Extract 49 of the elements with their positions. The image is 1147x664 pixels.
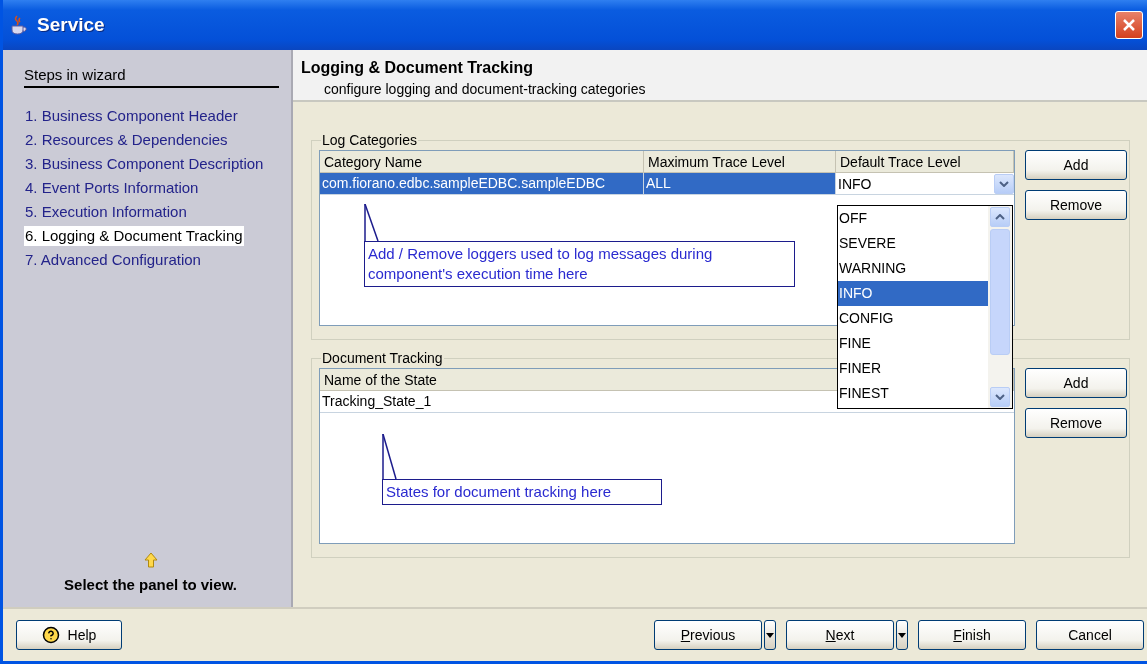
close-button[interactable] bbox=[1115, 11, 1143, 39]
wizard-button[interactable]: Previous bbox=[654, 620, 762, 650]
scroll-down-button[interactable] bbox=[990, 387, 1010, 407]
table-row[interactable]: com.fiorano.edbc.sampleEDBC.sampleEDBC ALL INFO bbox=[320, 173, 1014, 195]
page-subtitle: configure logging and document-tracking categories bbox=[324, 81, 647, 97]
arrow-up-icon bbox=[143, 552, 158, 568]
group-title: Log Categories bbox=[321, 132, 418, 148]
dropdown-option[interactable]: INFO bbox=[838, 281, 988, 306]
action-button[interactable]: Add bbox=[1025, 368, 1127, 398]
wizard-step[interactable]: 6. Logging & Document Tracking bbox=[24, 226, 244, 246]
wizard-step[interactable]: 2. Resources & Dependencies bbox=[24, 130, 229, 150]
wizard-step[interactable]: 1. Business Component Header bbox=[24, 106, 239, 126]
trace-level-dropdown[interactable]: INFO bbox=[836, 173, 1014, 194]
column-header[interactable]: Maximum Trace Level bbox=[644, 151, 836, 172]
chevron-down-icon bbox=[995, 394, 1005, 400]
wizard-button[interactable]: Next bbox=[786, 620, 894, 650]
wizard-step[interactable]: 5. Execution Information bbox=[24, 202, 188, 222]
action-button[interactable]: Add bbox=[1025, 150, 1127, 180]
caret-icon bbox=[898, 632, 906, 638]
wizard-button[interactable]: Finish bbox=[918, 620, 1026, 650]
cup-icon bbox=[9, 14, 29, 36]
split-button[interactable] bbox=[896, 620, 908, 650]
hint-text: Select the panel to view. bbox=[64, 576, 237, 593]
split-button[interactable] bbox=[764, 620, 776, 650]
group-title: Document Tracking bbox=[321, 350, 444, 366]
help-icon bbox=[41, 626, 60, 644]
column-header[interactable]: Category Name bbox=[320, 151, 644, 172]
wizard-step[interactable]: 4. Event Ports Information bbox=[24, 178, 200, 198]
wizard-button[interactable]: Cancel bbox=[1036, 620, 1144, 650]
sidebar-heading: Steps in wizard bbox=[24, 66, 279, 88]
scrollbar[interactable] bbox=[988, 206, 1012, 408]
scroll-thumb[interactable] bbox=[990, 229, 1010, 355]
close-icon bbox=[1122, 18, 1136, 32]
action-button[interactable]: Remove bbox=[1025, 408, 1127, 438]
caret-icon bbox=[766, 632, 774, 638]
wizard-step[interactable]: 7. Advanced Configuration bbox=[24, 250, 202, 270]
table-cell: com.fiorano.edbc.sampleEDBC.sampleEDBC bbox=[320, 173, 644, 194]
scroll-up-button[interactable] bbox=[990, 207, 1010, 227]
callout-text: Add / Remove loggers used to log messages during component's execution time here bbox=[364, 241, 795, 287]
callout-text: States for document tracking here bbox=[382, 479, 662, 505]
chevron-down-icon bbox=[999, 180, 1009, 187]
window-title: Service bbox=[37, 14, 106, 36]
action-button[interactable]: Remove bbox=[1025, 190, 1127, 220]
column-header[interactable]: Default Trace Level bbox=[836, 151, 1014, 172]
help-button[interactable]: Help bbox=[16, 620, 122, 650]
wizard-step[interactable]: 3. Business Component Description bbox=[24, 154, 265, 174]
page-title: Logging & Document Tracking bbox=[301, 59, 534, 77]
chevron-up-icon bbox=[995, 214, 1005, 220]
dropdown-button[interactable] bbox=[994, 173, 1014, 194]
